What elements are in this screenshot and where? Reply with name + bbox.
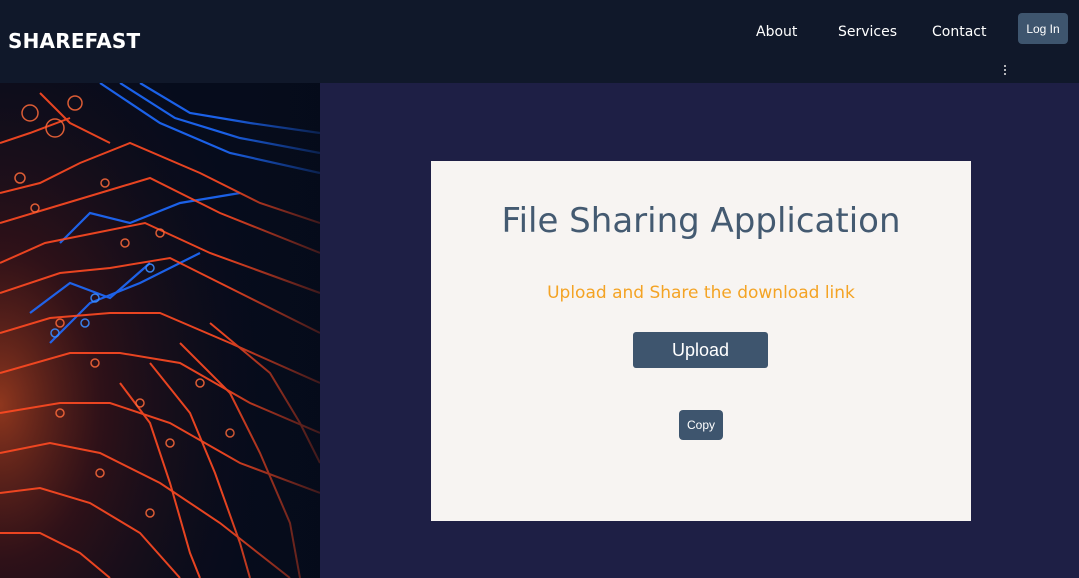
nav-link-about[interactable]: About: [756, 24, 797, 40]
circuit-board-graphic: [0, 83, 320, 578]
upload-card: File Sharing Application Upload and Shar…: [431, 161, 971, 521]
page-title: File Sharing Application: [501, 201, 901, 241]
top-navbar: SHAREFAST About Services Contact Log In: [0, 0, 1079, 83]
nav-link-contact[interactable]: Contact: [932, 24, 986, 40]
nav-link-services[interactable]: Services: [838, 24, 897, 40]
upload-button[interactable]: Upload: [633, 332, 768, 368]
copy-button[interactable]: Copy: [679, 410, 723, 440]
more-options-icon[interactable]: [1002, 64, 1008, 76]
circuit-board-image: [0, 83, 320, 578]
login-button[interactable]: Log In: [1018, 13, 1068, 44]
brand-logo[interactable]: SHAREFAST: [8, 29, 140, 53]
subtitle-text: Upload and Share the download link: [547, 283, 855, 303]
